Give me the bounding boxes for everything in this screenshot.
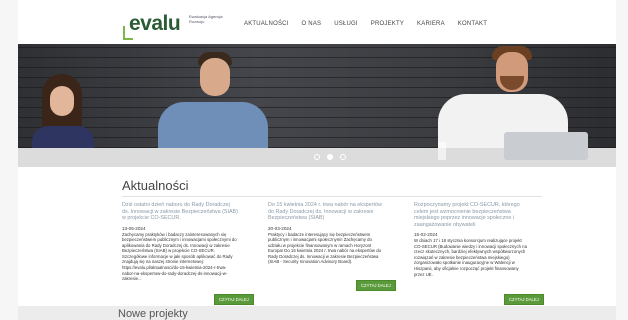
news-card-title[interactable]: Rozpoczynamy projekt CO-SECUR, którego c…: [414, 202, 530, 228]
logo-tagline: Ewaluacja Agencja Rozwoju: [189, 14, 223, 24]
main-nav: AKTUALNOŚCI O NAS USŁUGI PROJEKTY KARIER…: [244, 21, 500, 27]
slider-dot[interactable]: [314, 154, 320, 160]
nav-item-aktualnosci[interactable]: AKTUALNOŚCI: [244, 21, 289, 27]
nav-item-uslugi[interactable]: USŁUGI: [334, 21, 358, 27]
hero-laptop: [504, 132, 588, 160]
hero-slider: [18, 44, 616, 167]
page-gutter-right: [616, 0, 628, 320]
news-card-title[interactable]: Do 15 kwietnia 2024 r. trwa nabór na eks…: [268, 202, 384, 222]
nav-item-kontakt[interactable]: KONTAKT: [458, 21, 487, 27]
projects-section-title: Nowe projekty: [118, 308, 188, 320]
site-header: evalu Ewaluacja Agencja Rozwoju AKTUALNO…: [18, 0, 616, 44]
nav-item-kariera[interactable]: KARIERA: [417, 21, 445, 27]
hero-glass: [438, 142, 446, 160]
slider-dot[interactable]: [327, 154, 333, 160]
news-card-date: 20-03-2024: [268, 225, 292, 231]
news-title-divider: [122, 196, 542, 197]
news-card: Do 15 kwietnia 2024 r. trwa nabór na eks…: [268, 202, 384, 265]
page: evalu Ewaluacja Agencja Rozwoju AKTUALNO…: [0, 0, 628, 320]
news-card-body: Zachęcamy praktyków i badaczy zaintereso…: [122, 231, 237, 282]
slider-dots: [314, 154, 346, 160]
read-more-button[interactable]: CZYTAJ DALEJ: [356, 280, 396, 291]
news-section-title: Aktualności: [122, 178, 189, 193]
news-card-body: W dniach 17 i 18 stycznia konsorcjum rea…: [414, 238, 527, 277]
news-card: Dziś ostatni dzień naboru do Rady Doradc…: [122, 202, 238, 282]
nav-item-o-nas[interactable]: O NAS: [302, 21, 322, 27]
hero-person-man-face: [200, 58, 230, 96]
logo-text: evalu: [129, 12, 181, 35]
hero-person-woman-face: [50, 86, 74, 116]
site-logo[interactable]: evalu Ewaluacja Agencja Rozwoju: [123, 12, 233, 40]
news-card-date: 15-02-2024: [414, 232, 438, 237]
news-card-title[interactable]: Dziś ostatni dzień naboru do Rady Doradc…: [122, 202, 238, 222]
page-gutter-left: [0, 0, 18, 320]
news-card-body: Praktycy i badacze interesujący się bezp…: [268, 231, 381, 265]
projects-section-band: [18, 306, 616, 320]
news-card-date: 13-05-2024: [122, 225, 146, 231]
read-more-button[interactable]: CZYTAJ DALEJ: [214, 294, 254, 305]
news-card: Rozpoczynamy projekt CO-SECUR, którego c…: [414, 202, 530, 277]
slider-dot[interactable]: [340, 154, 346, 160]
read-more-button[interactable]: CZYTAJ DALEJ: [504, 294, 544, 305]
nav-item-projekty[interactable]: PROJEKTY: [371, 21, 404, 27]
